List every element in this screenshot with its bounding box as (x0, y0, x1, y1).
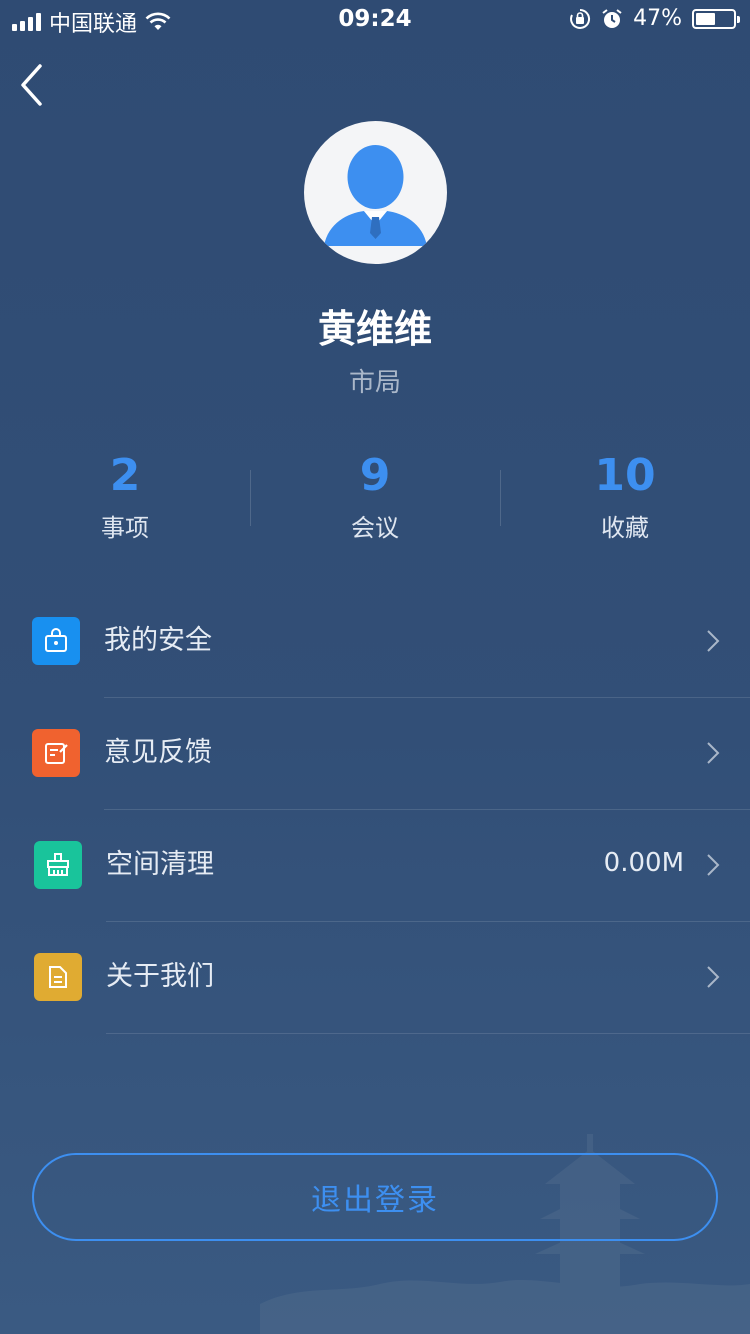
user-name: 黄维维 (317, 307, 432, 351)
battery-icon (692, 8, 740, 29)
menu-item-label: 空间清理 (106, 849, 214, 880)
avatar[interactable] (304, 121, 447, 264)
menu-item-label: 关于我们 (106, 961, 214, 992)
menu-item-feedback[interactable]: 意见反馈 (0, 698, 750, 810)
menu-item-label: 我的安全 (104, 625, 212, 656)
menu-item-about-us[interactable]: 关于我们 (0, 922, 750, 1034)
battery-percent: 47% (633, 6, 682, 31)
stat-label: 收藏 (601, 514, 649, 542)
chevron-right-icon (707, 630, 720, 652)
broom-icon (34, 841, 82, 889)
status-right: 47% (569, 6, 740, 31)
user-avatar-icon (324, 145, 427, 246)
stat-value: 9 (359, 450, 391, 501)
stat-label: 会议 (351, 514, 399, 542)
stat-tasks[interactable]: 2 事项 (0, 448, 250, 548)
lock-icon (32, 617, 80, 665)
divider (106, 1033, 750, 1034)
chevron-right-icon (707, 742, 720, 764)
menu-item-label: 意见反馈 (104, 737, 212, 768)
back-button[interactable] (14, 60, 54, 110)
chevron-left-icon (21, 64, 42, 106)
stat-value: 10 (594, 450, 656, 501)
user-department: 市局 (348, 368, 401, 398)
rotation-lock-icon (570, 8, 591, 29)
menu-item-security[interactable]: 我的安全 (0, 586, 750, 698)
stats-bar: 2 事项 9 会议 10 收藏 (0, 448, 750, 548)
chevron-right-icon (707, 854, 720, 876)
chevron-right-icon (707, 966, 720, 988)
cache-size-value: 0.00M (603, 848, 684, 878)
stat-favorites[interactable]: 10 收藏 (500, 448, 750, 548)
alarm-icon (602, 8, 622, 28)
status-bar: 中国联通 09:24 47% (0, 0, 750, 40)
stat-value: 2 (109, 450, 141, 501)
stat-label: 事项 (101, 514, 149, 542)
stat-meetings[interactable]: 9 会议 (250, 448, 500, 548)
feedback-icon (32, 729, 80, 777)
menu-item-storage-cleanup[interactable]: 空间清理 0.00M (0, 810, 750, 922)
logout-button[interactable]: 退出登录 (32, 1153, 718, 1241)
settings-menu: 我的安全 意见反馈 空间清理 0.00M 关于我们 (0, 586, 750, 1034)
document-icon (34, 953, 82, 1001)
